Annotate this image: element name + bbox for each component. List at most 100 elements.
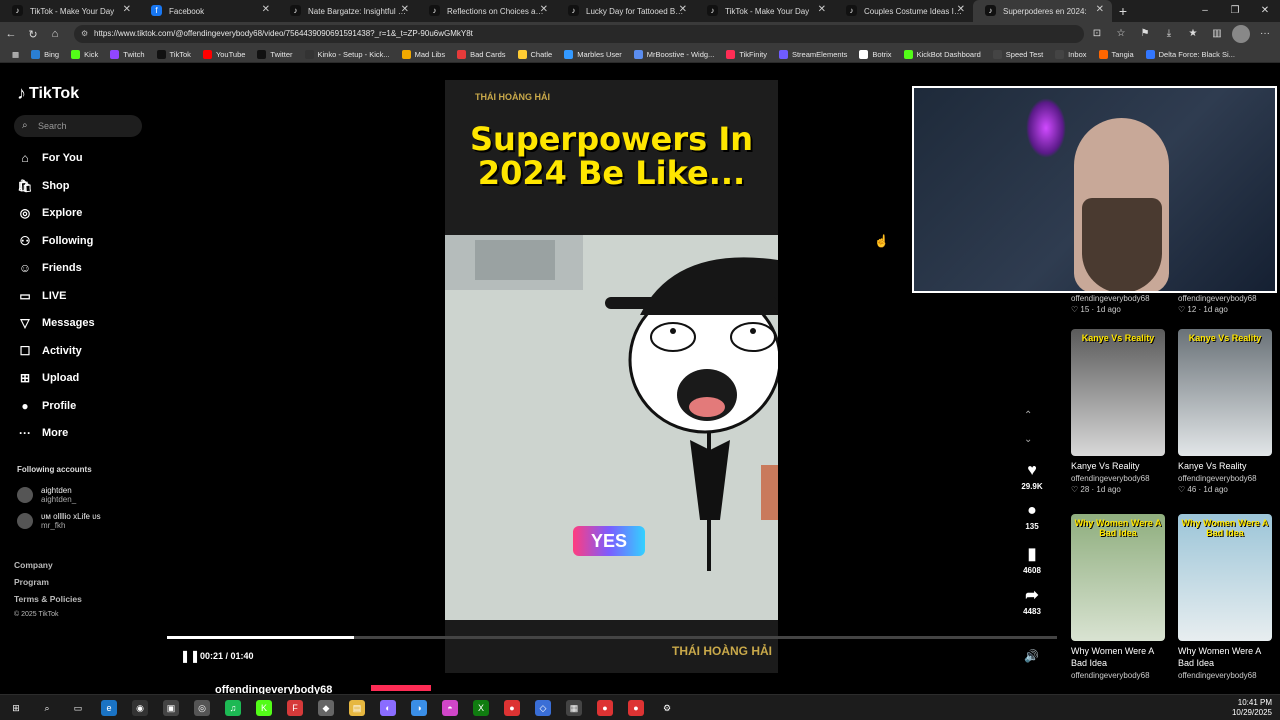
sidebar-item-for-you[interactable]: ⌂ For You xyxy=(17,149,82,167)
bookmark-item[interactable]: Inbox xyxy=(1055,49,1087,59)
footer-link[interactable]: Program xyxy=(14,577,49,587)
bookmark-item[interactable]: Botrix xyxy=(859,49,892,59)
bookmark-item[interactable]: StreamElements xyxy=(778,49,847,59)
bookmark-item[interactable]: TikFinity xyxy=(726,49,767,59)
folder-icon[interactable]: ▤ xyxy=(349,700,365,716)
bookmark-item[interactable]: Kinko - Setup - Kick... xyxy=(304,49,390,59)
following-account[interactable]: aightden aightden_ xyxy=(17,486,76,504)
sidebar-item-friends[interactable]: ☺ Friends xyxy=(17,259,82,277)
site-info-icon[interactable]: ⚙ xyxy=(81,25,88,43)
next-video-button[interactable]: ⌄ xyxy=(1024,434,1032,445)
bookmark-item[interactable]: Bing xyxy=(31,49,59,59)
system-clock[interactable]: 10:41 PM 10/29/2025 xyxy=(1232,698,1272,718)
close-tab-icon[interactable]: ✕ xyxy=(957,4,965,15)
close-tab-icon[interactable]: ✕ xyxy=(262,4,270,15)
sidebar-item-following[interactable]: ⚇ Following xyxy=(17,232,94,250)
bookmark-item[interactable]: Speed Test xyxy=(992,49,1043,59)
reload-button[interactable]: ↻ xyxy=(22,28,44,41)
app-icon[interactable]: ◓ xyxy=(442,700,458,716)
search-input[interactable]: ⌕ Search xyxy=(14,115,142,137)
browser-tab[interactable]: f Facebook ✕ xyxy=(139,0,278,22)
app-icon[interactable]: ● xyxy=(504,700,520,716)
app-icon[interactable]: ● xyxy=(628,700,644,716)
sidebar-item-profile[interactable]: ● Profile xyxy=(17,397,76,415)
app-icon[interactable]: ● xyxy=(597,700,613,716)
previous-video-button[interactable]: ⌃ xyxy=(1024,410,1032,421)
app-icon[interactable]: ◑ xyxy=(411,700,427,716)
bookmark-item[interactable]: Bad Cards xyxy=(457,49,506,59)
browser-tab[interactable]: ♪ Lucky Day for Tattooed Badas ✕ xyxy=(556,0,695,22)
related-video-card[interactable]: offendingeverybody68 ♡ 15 · 1d ago xyxy=(1071,292,1165,314)
follow-button[interactable] xyxy=(371,685,431,691)
url-field[interactable]: ⚙ https://www.tiktok.com/@offendingevery… xyxy=(74,25,1084,43)
video-thumbnail[interactable]: Kanye Vs Reality xyxy=(1071,329,1165,456)
close-tab-icon[interactable]: ✕ xyxy=(401,4,409,15)
related-video-card[interactable]: offendingeverybody68 ♡ 12 · 1d ago xyxy=(1178,292,1272,314)
task-view-icon[interactable]: ▭ xyxy=(70,700,86,716)
browser-tab[interactable]: ♪ Superpoderes en 2024: ✕ xyxy=(973,0,1112,22)
browser-tab[interactable]: ♪ Nate Bargatze: Insightful Stand ✕ xyxy=(278,0,417,22)
video-thumbnail[interactable]: Why Women Were A Bad Idea xyxy=(1071,514,1165,641)
browser-tab[interactable]: ♪ Couples Costume Ideas Inspir ✕ xyxy=(834,0,973,22)
sidebar-item-more[interactable]: ··· More xyxy=(17,424,68,442)
spotify-icon[interactable]: ♫ xyxy=(225,700,241,716)
sidebar-item-messages[interactable]: ▽ Messages xyxy=(17,314,94,332)
close-tab-icon[interactable]: ✕ xyxy=(123,4,131,15)
minimize-button[interactable]: – xyxy=(1190,0,1220,22)
sidebar-item-shop[interactable]: 🛍 Shop xyxy=(17,177,69,195)
bookmark-star-icon[interactable]: ☆ xyxy=(1112,25,1130,43)
like-action[interactable]: ♥ 29.9K xyxy=(1015,462,1049,491)
video-thumbnail[interactable]: Why Women Were A Bad Idea xyxy=(1178,514,1272,641)
sidebar-item-activity[interactable]: ☐ Activity xyxy=(17,342,82,360)
app-icon[interactable]: ◎ xyxy=(194,700,210,716)
close-tab-icon[interactable]: ✕ xyxy=(818,4,826,15)
app-icon[interactable]: ◐ xyxy=(380,700,396,716)
split-screen-icon[interactable]: ▥ xyxy=(1208,25,1226,43)
start-icon[interactable]: ⊞ xyxy=(8,700,24,716)
app-icon[interactable]: ▦ xyxy=(566,700,582,716)
footer-link[interactable]: Terms & Policies xyxy=(14,594,82,604)
obs-icon[interactable]: ◉ xyxy=(132,700,148,716)
bookmark-item[interactable]: Kick xyxy=(71,49,98,59)
new-tab-button[interactable]: + xyxy=(1112,0,1134,22)
close-tab-icon[interactable]: ✕ xyxy=(540,4,548,15)
bookmark-item[interactable]: Delta Force: Black Si... xyxy=(1145,49,1235,59)
profile-avatar[interactable] xyxy=(1232,25,1250,43)
bookmark-item[interactable]: Chatle xyxy=(517,49,552,59)
bookmark-item[interactable]: TikTok xyxy=(156,49,191,59)
related-video-card[interactable]: Kanye Vs Reality Kanye Vs Reality offendin… xyxy=(1178,329,1272,494)
bookmark-item[interactable]: Tangia xyxy=(1098,49,1134,59)
volume-icon[interactable]: 🔊 xyxy=(1024,649,1039,663)
menu-icon[interactable]: ··· xyxy=(1256,25,1274,43)
sidebar-item-live[interactable]: ▭ LIVE xyxy=(17,287,66,305)
back-button[interactable]: ← xyxy=(0,28,22,40)
bookmark-item[interactable]: KickBot Dashboard xyxy=(903,49,981,59)
video-player[interactable]: THÁI HOÀNG HẢI Superpowers In 2024 Be Li… xyxy=(445,80,778,673)
app-icon[interactable]: F xyxy=(287,700,303,716)
pause-icon[interactable]: ❚❚ xyxy=(180,649,200,663)
close-tab-icon[interactable]: ✕ xyxy=(679,4,687,15)
apps-grid-icon[interactable]: ▦ xyxy=(12,50,19,59)
related-video-card[interactable]: Why Women Were A Bad Idea Why Women Were … xyxy=(1071,514,1165,680)
downloads-icon[interactable]: ⤓ xyxy=(1160,25,1178,43)
settings-icon[interactable]: ⚙ xyxy=(659,700,675,716)
save-action[interactable]: ▮ 4608 xyxy=(1015,544,1049,575)
bookmark-item[interactable]: Twitter xyxy=(257,49,293,59)
browser-tab[interactable]: ♪ TikTok - Make Your Day ✕ xyxy=(695,0,834,22)
edge-icon[interactable]: e xyxy=(101,700,117,716)
bookmark-item[interactable]: YouTube xyxy=(202,49,245,59)
extensions-icon[interactable]: ⚑ xyxy=(1136,25,1154,43)
bookmark-item[interactable]: Twitch xyxy=(110,49,145,59)
xbox-icon[interactable]: X xyxy=(473,700,489,716)
sidebar-item-upload[interactable]: ⊞ Upload xyxy=(17,369,79,387)
close-tab-icon[interactable]: ✕ xyxy=(1096,4,1104,15)
bookmark-item[interactable]: Mad Libs xyxy=(401,49,445,59)
browser-tab[interactable]: ♪ Reflections on Choices and Fe ✕ xyxy=(417,0,556,22)
related-video-card[interactable]: Why Women Were A Bad Idea Why Women Were … xyxy=(1178,514,1272,680)
home-button[interactable]: ⌂ xyxy=(44,28,66,40)
bookmark-item[interactable]: Marbles User xyxy=(564,49,622,59)
app-icon[interactable]: ◆ xyxy=(318,700,334,716)
related-video-card[interactable]: Kanye Vs Reality Kanye Vs Reality offendin… xyxy=(1071,329,1165,494)
share-action[interactable]: ➦ 4483 xyxy=(1015,585,1049,616)
install-app-icon[interactable]: ⊡ xyxy=(1088,25,1106,43)
